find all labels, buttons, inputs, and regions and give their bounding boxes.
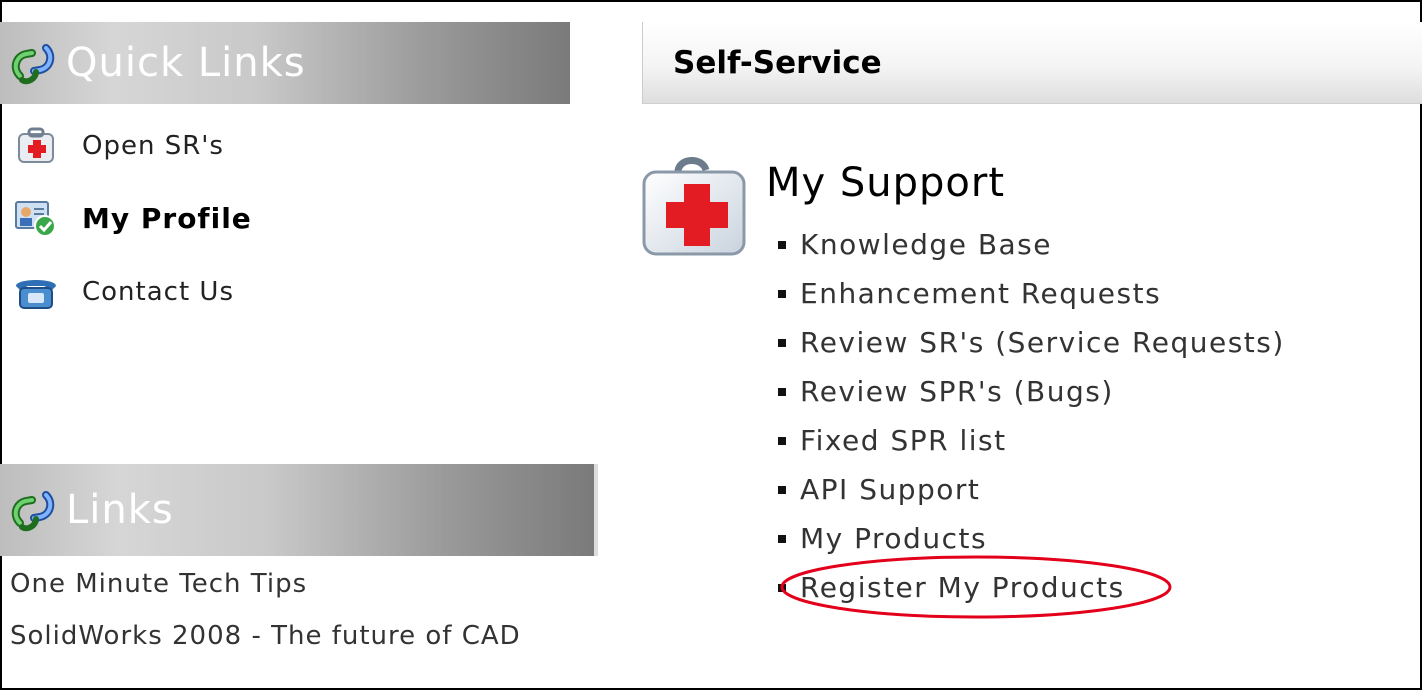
bullet	[778, 289, 786, 298]
support-link-label: Knowledge Base	[800, 228, 1052, 261]
chain-link-icon	[11, 491, 55, 532]
bullet	[778, 436, 786, 445]
support-link-label: Enhancement Requests	[800, 277, 1162, 310]
support-links-list: Knowledge Base Enhancement Requests Revi…	[778, 220, 1285, 612]
bullet	[778, 485, 786, 494]
links-header: Links	[0, 464, 598, 556]
self-service-title: Self-Service	[673, 44, 882, 81]
quick-link-my-profile[interactable]: My Profile	[8, 196, 252, 240]
first-aid-kit-icon	[642, 157, 746, 256]
bullet	[778, 240, 786, 249]
quick-link-contact-us[interactable]: Contact Us	[8, 270, 234, 314]
quick-link-label: Contact Us	[82, 277, 234, 307]
bullet	[778, 583, 786, 592]
support-link-label: Register My Products	[800, 571, 1125, 604]
bullet	[778, 387, 786, 396]
support-link-fixed-spr-list[interactable]: Fixed SPR list	[778, 416, 1285, 465]
my-support-title: My Support	[766, 160, 1006, 206]
quick-link-open-srs[interactable]: Open SR's	[8, 124, 224, 168]
link-one-minute-tech-tips[interactable]: One Minute Tech Tips	[10, 566, 307, 604]
support-link-label: Fixed SPR list	[800, 424, 1007, 457]
support-link-label: API Support	[800, 473, 981, 506]
support-link-register-my-products[interactable]: Register My Products	[778, 563, 1285, 612]
support-link-label: Review SPR's (Bugs)	[800, 375, 1114, 408]
support-link-my-products[interactable]: My Products	[778, 514, 1285, 563]
link-solidworks-2008[interactable]: SolidWorks 2008 - The future of CAD	[10, 618, 570, 656]
quick-links-title: Quick Links	[66, 40, 306, 86]
chain-link-icon	[11, 44, 55, 85]
self-service-header: Self-Service	[642, 22, 1422, 104]
support-link-label: Review SR's (Service Requests)	[800, 326, 1285, 359]
support-link-knowledge-base[interactable]: Knowledge Base	[778, 220, 1285, 269]
telephone-icon	[8, 270, 64, 314]
support-link-review-sprs[interactable]: Review SPR's (Bugs)	[778, 367, 1285, 416]
support-link-review-srs[interactable]: Review SR's (Service Requests)	[778, 318, 1285, 367]
quick-links-header: Quick Links	[0, 22, 570, 104]
first-aid-kit-icon	[8, 124, 64, 168]
links-title: Links	[66, 487, 174, 533]
left-column: Quick Links Open SR's My Profile Contact…	[0, 0, 600, 690]
support-link-api-support[interactable]: API Support	[778, 465, 1285, 514]
quick-link-label: My Profile	[82, 201, 252, 235]
support-link-label: My Products	[800, 522, 988, 555]
support-link-enhancement-requests[interactable]: Enhancement Requests	[778, 269, 1285, 318]
bullet	[778, 534, 786, 543]
bullet	[778, 338, 786, 347]
profile-card-icon	[8, 196, 64, 240]
quick-link-label: Open SR's	[82, 131, 224, 161]
